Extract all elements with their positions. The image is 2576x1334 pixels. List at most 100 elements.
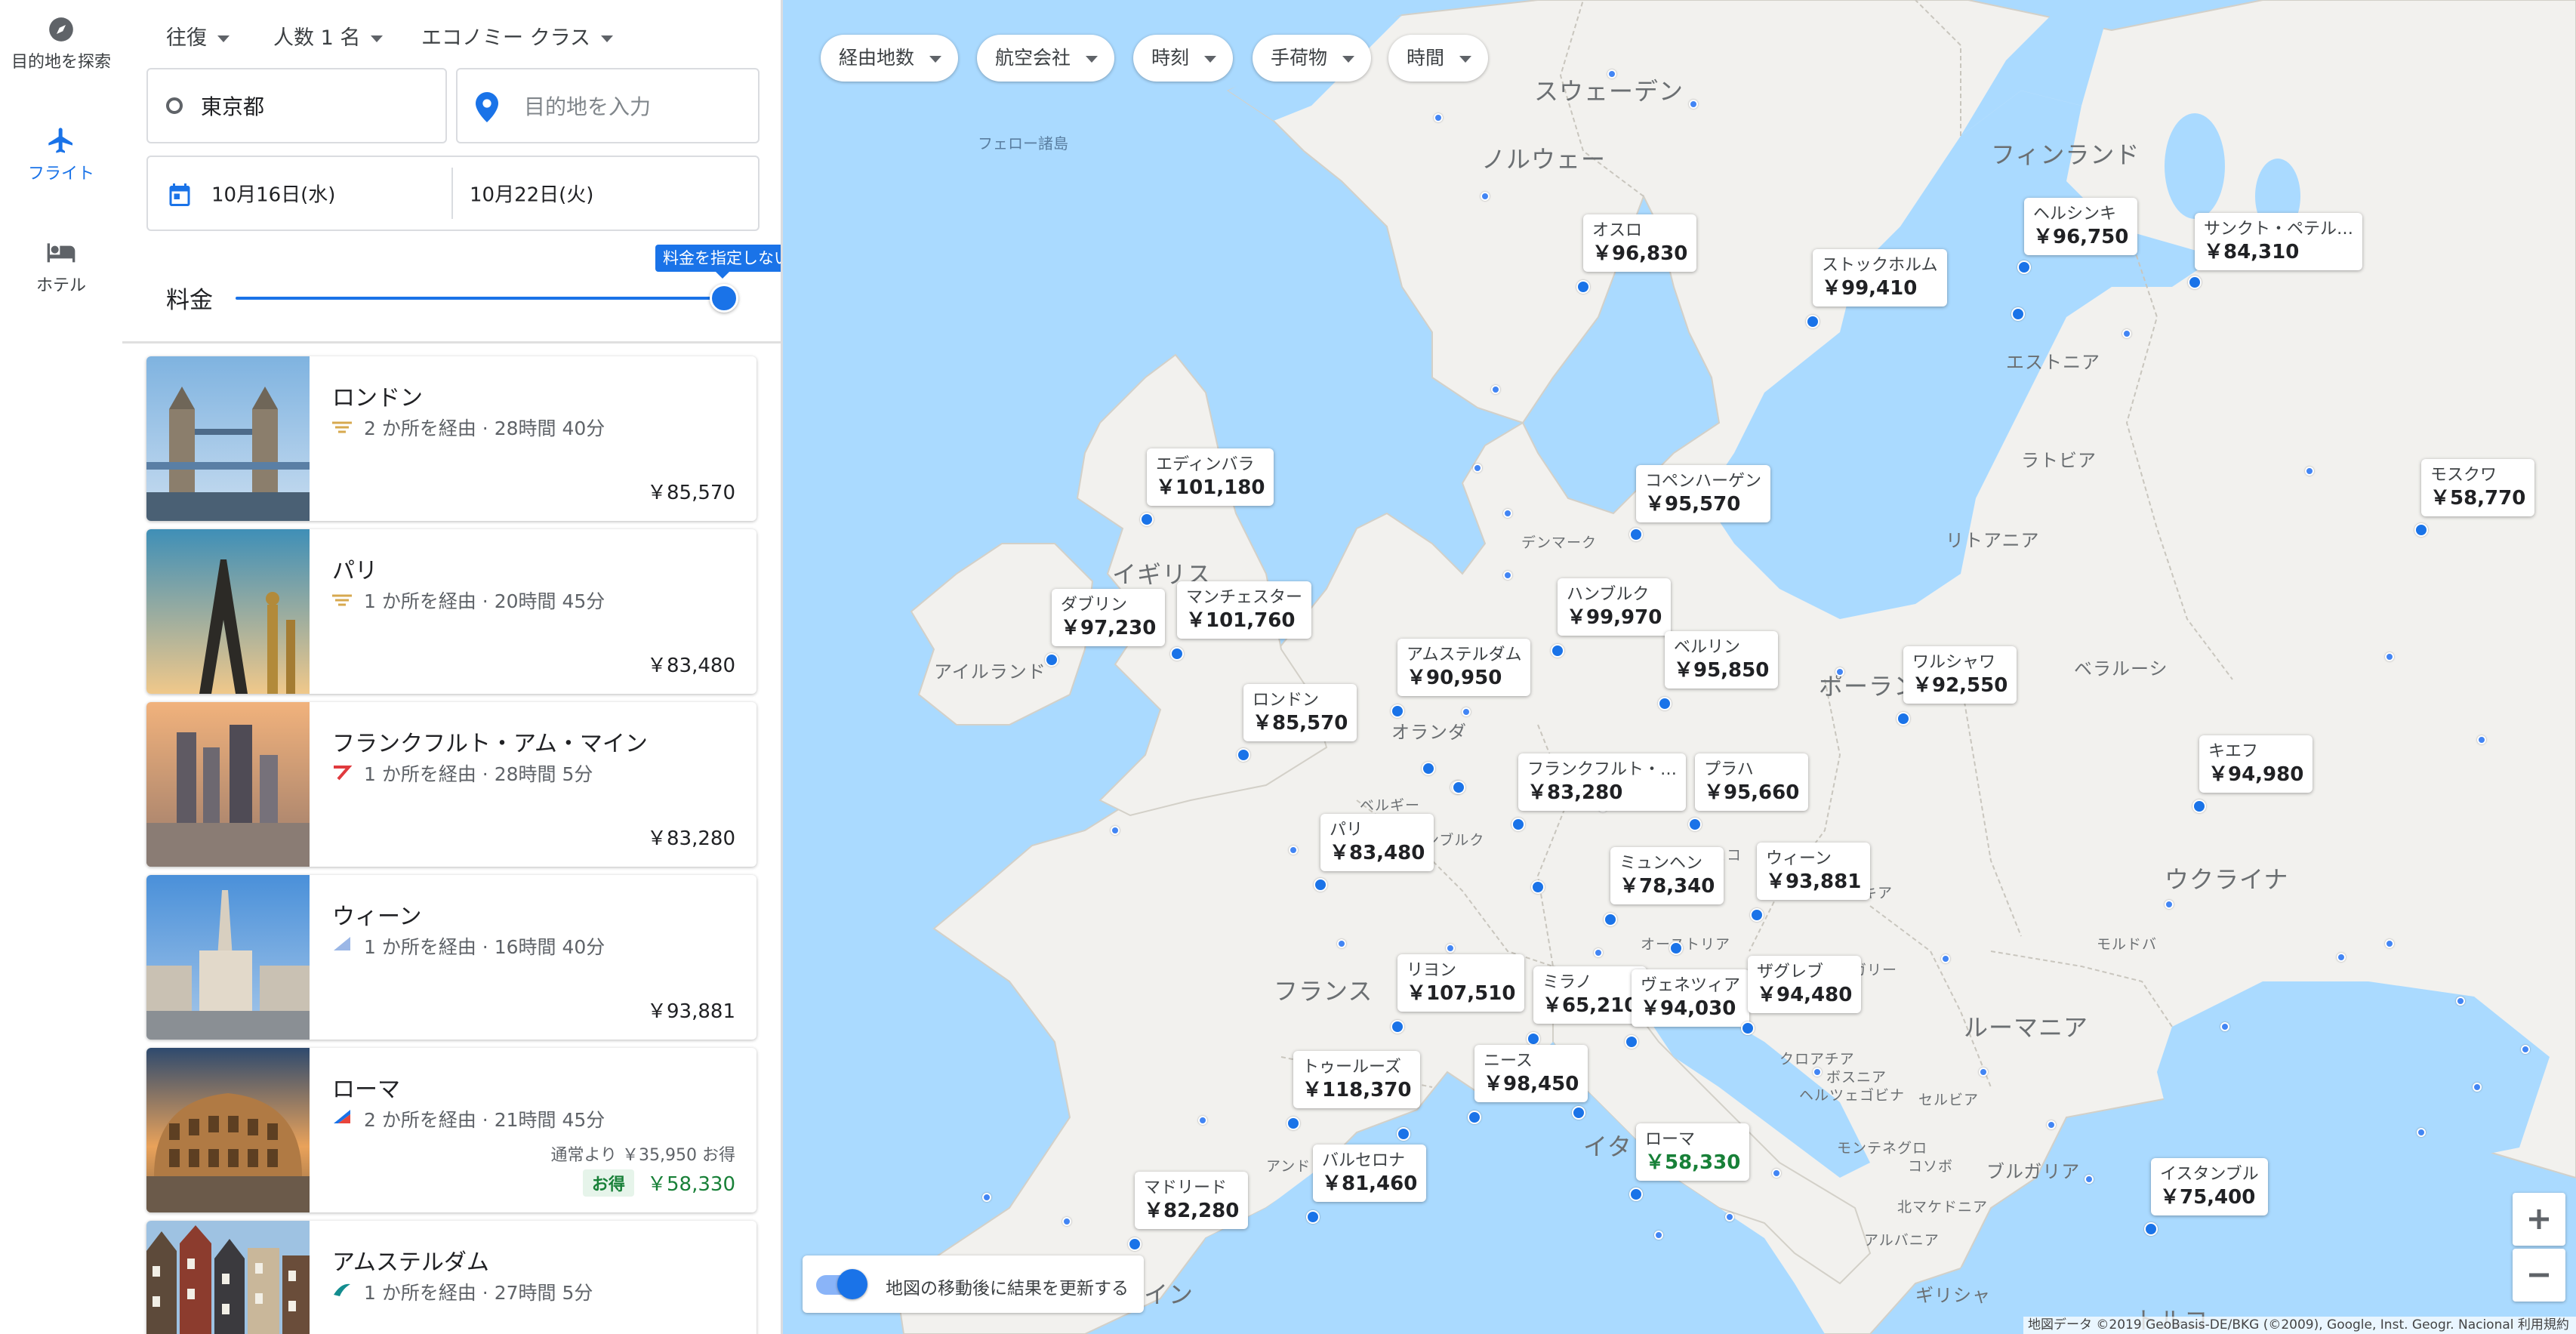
map-dot[interactable] — [2122, 329, 2131, 338]
map-pin[interactable]: ザグレブ ￥94,480 — [1748, 956, 1862, 1013]
map-dot[interactable] — [2521, 1045, 2530, 1054]
map-dot[interactable] — [1462, 707, 1471, 716]
map-pin[interactable]: オスロ ￥96,830 — [1583, 214, 1697, 272]
map-pin[interactable]: モスクワ ￥58,770 — [2421, 459, 2535, 516]
map-dot[interactable] — [2011, 307, 2025, 321]
map-pin[interactable]: ベルリン ￥95,850 — [1665, 631, 1779, 689]
pin-anchor[interactable] — [2192, 799, 2206, 813]
pin-anchor[interactable] — [1314, 878, 1327, 892]
map-dot[interactable] — [1979, 1068, 1988, 1077]
filter-time-chip[interactable]: 時刻 — [1133, 35, 1234, 82]
pin-anchor[interactable] — [2414, 523, 2428, 537]
pin-anchor[interactable] — [1897, 712, 1910, 726]
map-dot[interactable] — [1452, 781, 1465, 794]
map-pin[interactable]: ヴェネツィア ￥94,030 — [1632, 969, 1750, 1027]
pin-anchor[interactable] — [1140, 513, 1154, 526]
pin-anchor[interactable] — [1629, 1188, 1643, 1201]
pin-anchor[interactable] — [1527, 1032, 1540, 1046]
map-dot[interactable] — [1607, 69, 1616, 79]
map-update-toggle[interactable]: 地図の移動後に結果を更新する — [803, 1255, 1144, 1313]
map-dot[interactable] — [2085, 1175, 2094, 1184]
map-pin[interactable]: ハンブルク ￥99,970 — [1558, 578, 1672, 636]
map-dot[interactable] — [1446, 944, 1455, 953]
zoom-in-button[interactable] — [2513, 1193, 2565, 1246]
map-pin[interactable]: ミラノ ￥65,210 — [1533, 966, 1647, 1024]
map-dot[interactable] — [1503, 571, 1512, 580]
map-dot[interactable] — [1198, 1116, 1207, 1125]
map-dot[interactable] — [2417, 1128, 2426, 1137]
map-dot[interactable] — [1473, 464, 1482, 473]
pin-anchor[interactable] — [1391, 704, 1404, 718]
pin-anchor[interactable] — [1468, 1111, 1481, 1124]
map-pin[interactable]: ニース ￥98,450 — [1474, 1045, 1588, 1102]
price-slider-track[interactable] — [236, 297, 725, 300]
pin-anchor[interactable] — [1750, 908, 1764, 922]
map-dot[interactable] — [1531, 880, 1545, 894]
map-pin[interactable]: キエフ ￥94,980 — [2199, 735, 2313, 793]
map-dot[interactable] — [1813, 1068, 1822, 1077]
map-pin[interactable]: ウィーン ￥93,881 — [1757, 843, 1871, 900]
pin-anchor[interactable] — [1625, 1035, 1638, 1049]
filter-duration-chip[interactable]: 時間 — [1388, 35, 1489, 82]
pin-anchor[interactable] — [1551, 644, 1564, 658]
filter-airline-chip[interactable]: 航空会社 — [977, 35, 1115, 82]
map-pin[interactable]: プラハ ￥95,660 — [1695, 753, 1809, 811]
pin-anchor[interactable] — [1604, 913, 1617, 926]
result-card[interactable]: フランクフルト・アム・マイン 1 か所を経由 · 28時間 5分 ￥83,280 — [146, 702, 756, 867]
map-dot[interactable] — [1481, 192, 1490, 201]
trip-type-select[interactable]: 往復 — [166, 21, 230, 51]
map-pin[interactable]: サンクト・ペテル… ￥84,310 — [2195, 213, 2363, 270]
map-view[interactable]: スウェーデン ノルウェー フィンランド フェロー諸島 エストニア ラトビア リト… — [783, 0, 2576, 1334]
result-card[interactable]: ウィーン 1 か所を経由 · 16時間 40分 ￥93,881 — [146, 875, 756, 1040]
map-dot[interactable] — [1669, 941, 1683, 955]
pin-anchor[interactable] — [1629, 528, 1643, 541]
map-pin[interactable]: マンチェスター ￥101,760 — [1177, 581, 1312, 639]
map-pin[interactable]: ロンドン ￥85,570 — [1243, 684, 1357, 741]
map-pin[interactable]: ヘルシンキ ￥96,750 — [2024, 198, 2138, 255]
map-dot[interactable] — [1654, 1231, 1663, 1240]
map-dot[interactable] — [2456, 997, 2465, 1006]
map-pin[interactable]: ミュンヘン ￥78,340 — [1610, 847, 1724, 904]
map-dot[interactable] — [982, 1193, 991, 1202]
map-dot[interactable] — [2477, 735, 2486, 744]
map-dot[interactable] — [1941, 954, 1950, 963]
map-pin[interactable]: コペンハーゲン ￥95,570 — [1636, 465, 1771, 522]
pin-anchor[interactable] — [1391, 1020, 1404, 1034]
result-card[interactable]: ロンドン 2 か所を経由 · 28時間 40分 ￥85,570 — [146, 356, 756, 521]
result-card[interactable]: パリ 1 か所を経由 · 20時間 45分 ￥83,480 — [146, 529, 756, 694]
origin-field[interactable]: 東京都 — [146, 68, 447, 143]
pin-anchor[interactable] — [1237, 748, 1250, 762]
cabin-select[interactable]: エコノミー クラス — [421, 21, 614, 51]
map-dot[interactable] — [1289, 846, 1298, 855]
map-pin[interactable]: マドリード ￥82,280 — [1135, 1172, 1249, 1229]
map-pin[interactable]: バルセロナ ￥81,460 — [1313, 1145, 1427, 1202]
map-dot[interactable] — [2165, 900, 2174, 909]
map-dot[interactable] — [1835, 667, 1844, 676]
map-pin-deal[interactable]: ローマ ￥58,330 — [1636, 1123, 1750, 1181]
pin-anchor[interactable] — [2188, 276, 2202, 289]
result-card[interactable]: アムステルダム 1 か所を経由 · 27時間 5分 — [146, 1221, 756, 1334]
pin-anchor[interactable] — [1688, 818, 1702, 831]
pin-anchor[interactable] — [1806, 315, 1820, 328]
map-dot[interactable] — [1725, 1212, 1734, 1222]
nav-explore[interactable]: 目的地を探索 — [0, 15, 122, 72]
map-dot[interactable] — [1337, 939, 1346, 948]
filter-baggage-chip[interactable]: 手荷物 — [1253, 35, 1372, 82]
passenger-select[interactable]: 人数 1 名 — [273, 21, 384, 51]
map-pin[interactable]: フランクフルト・… ￥83,280 — [1518, 753, 1687, 811]
map-pin[interactable]: ワルシャワ ￥92,550 — [1903, 646, 2017, 704]
map-dot[interactable] — [1111, 826, 1120, 835]
map-dot[interactable] — [1594, 948, 1603, 957]
map-dot[interactable] — [1772, 1169, 1781, 1178]
pin-anchor[interactable] — [1511, 818, 1525, 831]
toggle-knob[interactable] — [837, 1269, 867, 1299]
map-dot[interactable] — [2220, 1022, 2229, 1031]
map-dot[interactable] — [2385, 652, 2394, 661]
map-dot[interactable] — [2305, 467, 2314, 476]
map-dot[interactable] — [2337, 953, 2346, 962]
map-dot[interactable] — [1572, 1106, 1585, 1120]
pin-anchor[interactable] — [1741, 1021, 1755, 1035]
pin-anchor[interactable] — [1128, 1237, 1142, 1251]
map-dot[interactable] — [2047, 1120, 2056, 1129]
pin-anchor[interactable] — [2017, 260, 2031, 274]
